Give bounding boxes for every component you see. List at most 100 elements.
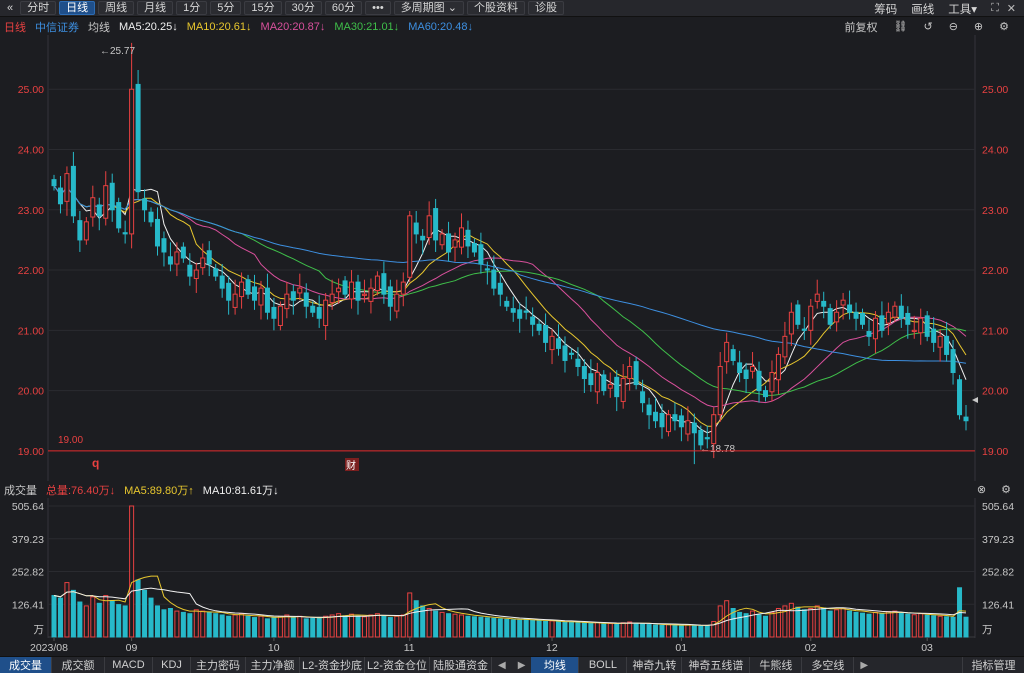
candle-body[interactable] <box>944 335 950 355</box>
bottom-tab-8[interactable]: 陆股通资金 <box>430 656 492 673</box>
volume-bar[interactable] <box>834 609 840 638</box>
candle-body[interactable] <box>918 317 924 334</box>
volume-bar[interactable] <box>342 615 348 638</box>
bottom-tab-5[interactable]: 主力净额 <box>246 656 300 673</box>
candle-body[interactable] <box>646 404 652 416</box>
candle-body[interactable] <box>724 341 730 363</box>
candle-body[interactable] <box>187 264 193 277</box>
volume-bar[interactable] <box>258 615 264 638</box>
volume-bar[interactable] <box>517 619 523 638</box>
candle-body[interactable] <box>653 411 659 422</box>
volume-bar[interactable] <box>523 618 529 638</box>
volume-bar[interactable] <box>704 625 710 638</box>
candle-body[interactable] <box>109 182 115 211</box>
overlay-tab-1[interactable]: BOLL <box>579 656 628 673</box>
volume-bar[interactable] <box>653 624 659 638</box>
volume-bar[interactable] <box>232 614 238 638</box>
volume-bar[interactable] <box>840 608 846 638</box>
volume-bar[interactable] <box>103 595 109 638</box>
candle-body[interactable] <box>303 292 309 307</box>
volume-bar[interactable] <box>646 624 652 638</box>
volume-bar[interactable] <box>814 605 820 638</box>
volume-bar[interactable] <box>148 597 154 638</box>
candle-body[interactable] <box>452 239 458 248</box>
volume-bar[interactable] <box>543 620 549 638</box>
volume-bar[interactable] <box>853 611 859 638</box>
volume-bar[interactable] <box>497 618 503 638</box>
candle-body[interactable] <box>575 358 581 367</box>
candle-body[interactable] <box>762 390 768 398</box>
volume-bar[interactable] <box>96 602 102 638</box>
bottom-tab-7[interactable]: L2-资金仓位 <box>365 656 430 673</box>
volume-bar[interactable] <box>588 623 594 638</box>
candle-body[interactable] <box>517 309 523 319</box>
candle-body[interactable] <box>336 287 342 293</box>
volume-bar[interactable] <box>484 617 490 638</box>
candle-body[interactable] <box>420 235 426 241</box>
period-button-12[interactable]: 诊股 <box>527 1 564 15</box>
overlay-tab-0[interactable]: 均线 <box>531 656 580 673</box>
volume-bar[interactable] <box>530 619 536 638</box>
volume-bar[interactable] <box>581 622 587 638</box>
candle-body[interactable] <box>879 315 885 331</box>
volume-bar[interactable] <box>931 615 937 638</box>
volume-bar[interactable] <box>769 611 775 638</box>
volume-bar[interactable] <box>264 618 270 638</box>
candle-body[interactable] <box>342 280 348 295</box>
candle-body[interactable] <box>685 420 691 435</box>
candle-body[interactable] <box>562 345 568 361</box>
candle-body[interactable] <box>161 238 167 253</box>
candle-body[interactable] <box>400 281 406 295</box>
candle-body[interactable] <box>769 372 775 393</box>
volume-bar[interactable] <box>937 615 943 638</box>
overlay-tab-5[interactable]: 多空线 <box>802 656 855 673</box>
volume-bar[interactable] <box>698 625 704 638</box>
volume-bar[interactable] <box>879 613 885 638</box>
volume-bar[interactable] <box>795 606 801 638</box>
tools-menu-button[interactable]: 工具▾ <box>948 1 977 17</box>
candle-body[interactable] <box>801 328 807 331</box>
volume-bar[interactable] <box>950 616 956 638</box>
volume-bar[interactable] <box>180 611 186 638</box>
volume-bar[interactable] <box>252 617 258 638</box>
volume-bar[interactable] <box>329 614 335 638</box>
volume-bar[interactable] <box>866 613 872 638</box>
tabs-next-icon[interactable]: ▶ <box>512 660 532 671</box>
candle-body[interactable] <box>905 312 911 325</box>
volume-bar[interactable] <box>297 615 303 638</box>
indicator-manage-button[interactable]: 指标管理 <box>962 656 1024 673</box>
volume-bar[interactable] <box>801 609 807 638</box>
candle-body[interactable] <box>950 349 956 374</box>
volume-bar[interactable] <box>452 613 458 638</box>
candle-body[interactable] <box>232 293 238 308</box>
volume-bar[interactable] <box>167 608 173 638</box>
candle-body[interactable] <box>77 220 83 241</box>
volume-bar[interactable] <box>187 613 193 638</box>
volume-bar[interactable] <box>607 623 613 638</box>
volume-bar[interactable] <box>491 617 497 638</box>
period-button-11[interactable]: 个股资料 <box>466 1 525 15</box>
volume-bar[interactable] <box>116 604 122 638</box>
candle-body[interactable] <box>135 83 141 193</box>
volume-bar[interactable] <box>193 609 199 638</box>
candle-body[interactable] <box>672 414 678 422</box>
volume-bar[interactable] <box>336 613 342 638</box>
volume-bar[interactable] <box>374 613 380 638</box>
volume-bar[interactable] <box>691 625 697 638</box>
candle-body[interactable] <box>83 221 89 241</box>
volume-bar[interactable] <box>277 615 283 638</box>
candle-body[interactable] <box>866 331 872 337</box>
candle-body[interactable] <box>788 311 794 335</box>
period-button-8[interactable]: 60分 <box>324 1 363 15</box>
candle-body[interactable] <box>536 323 542 331</box>
candle-body[interactable] <box>471 243 477 253</box>
draw-line-button[interactable]: 画线 <box>911 1 934 17</box>
volume-bar[interactable] <box>898 612 904 638</box>
volume-bar[interactable] <box>387 617 393 638</box>
period-button-3[interactable]: 月线 <box>137 1 174 15</box>
candle-body[interactable] <box>90 197 96 218</box>
volume-bar[interactable] <box>808 608 814 638</box>
candle-body[interactable] <box>174 251 180 265</box>
candle-body[interactable] <box>413 222 419 235</box>
candle-body[interactable] <box>504 300 510 307</box>
